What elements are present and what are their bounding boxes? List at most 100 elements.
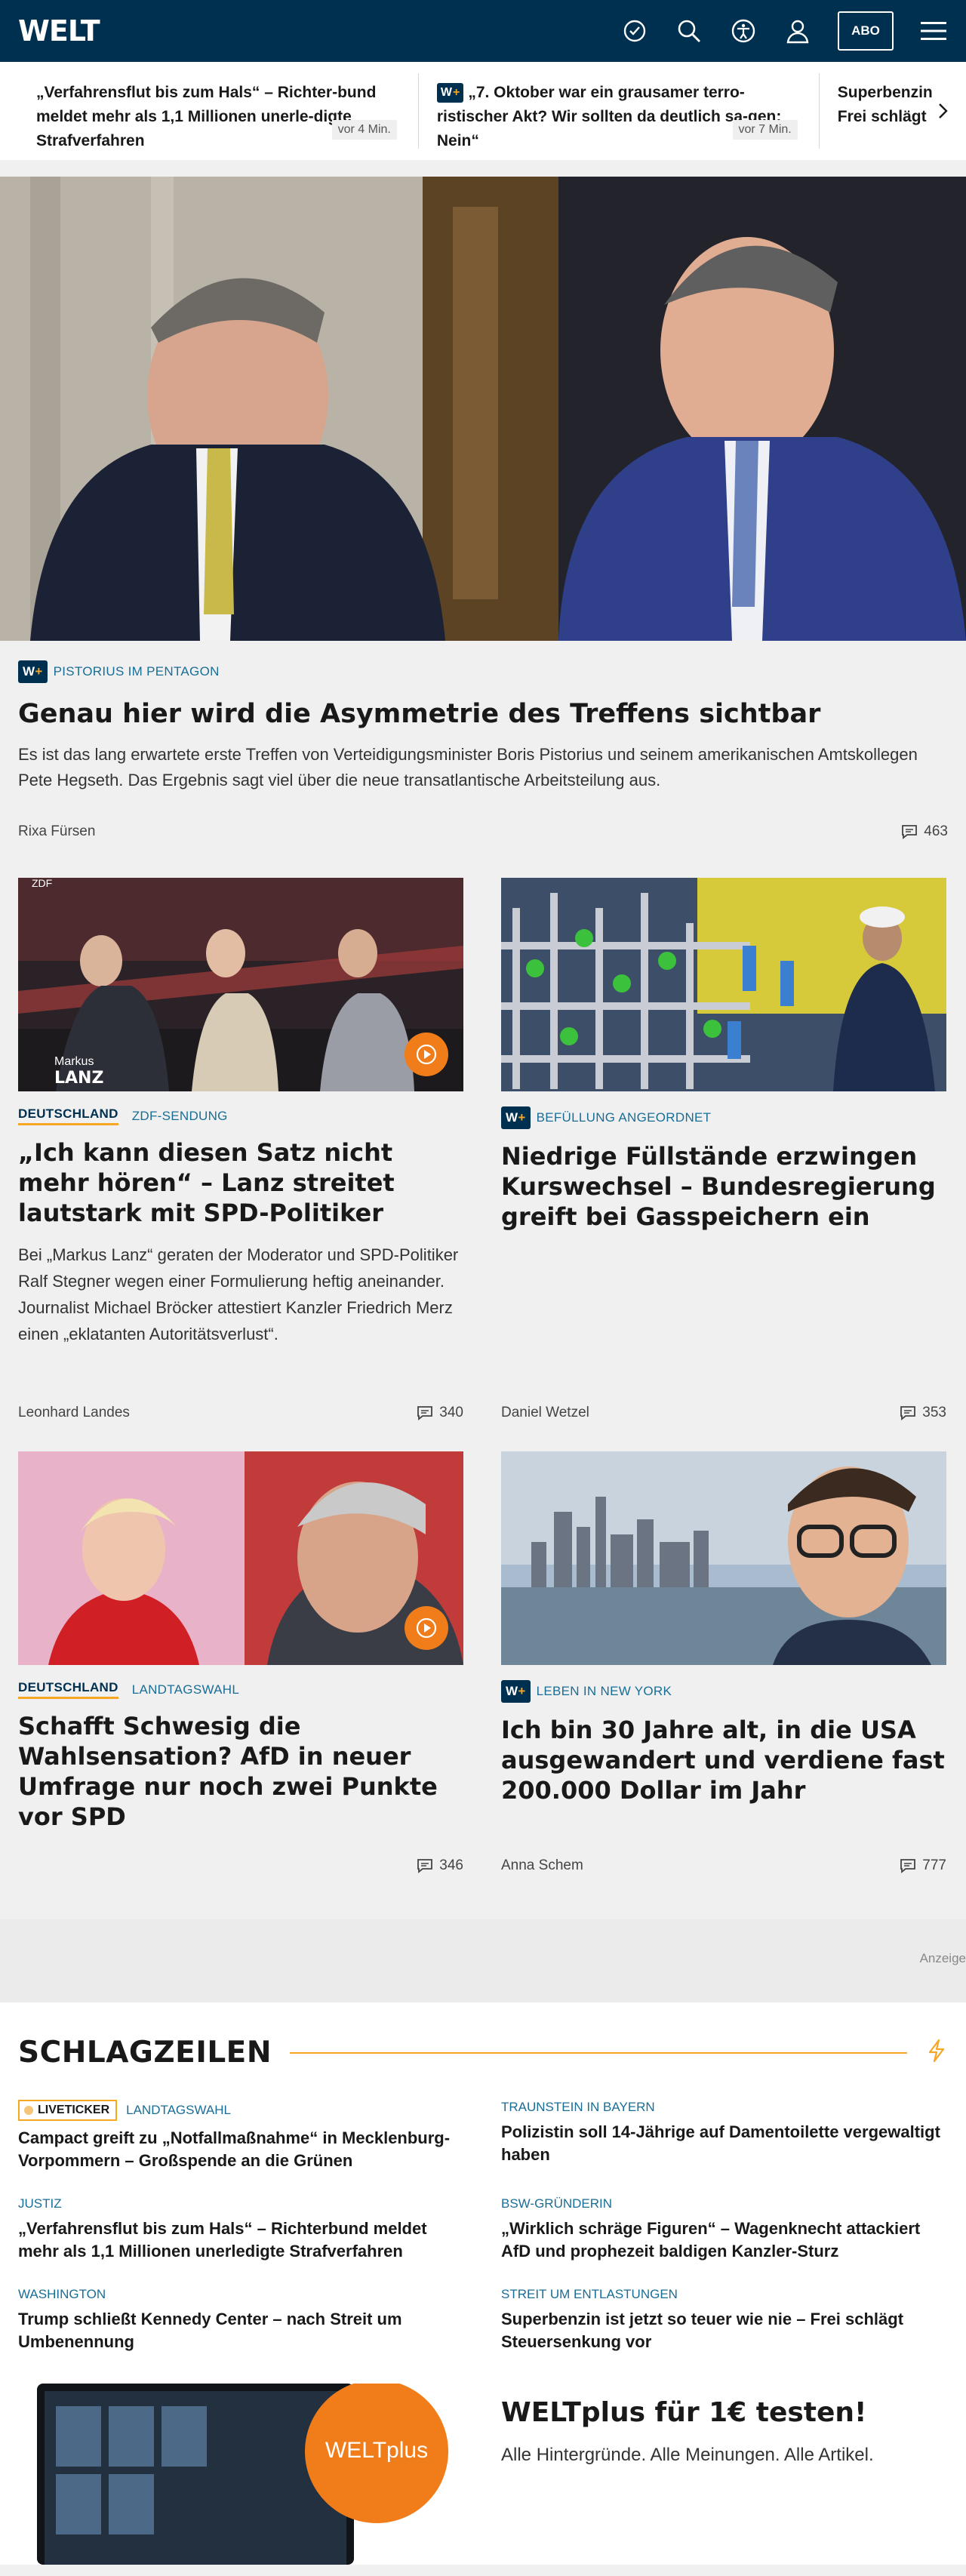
menu-icon[interactable]: [919, 17, 948, 45]
chevron-right-icon[interactable]: [931, 100, 954, 122]
article-image[interactable]: ZDF Markus LANZ: [18, 878, 463, 1091]
headline-kicker: TRAUNSTEIN IN BAYERN: [501, 2100, 655, 2114]
divider: [289, 2051, 907, 2054]
hero-title[interactable]: Genau hier wird die Asymmetrie des Treff…: [18, 697, 948, 731]
tile-body: DEUTSCHLAND LANDTAGSWAHL Schafft Schwesi…: [18, 1665, 463, 1832]
ad-label: Anzeige: [919, 1951, 966, 1965]
kicker-label: ZDF-SENDUNG: [131, 1108, 228, 1123]
kicker-label: BEFÜLLUNG ANGEORDNET: [536, 1110, 712, 1125]
tile-title[interactable]: Schafft Schwesig die Wahlsensation? AfD …: [18, 1711, 463, 1832]
article-grid: ZDF Markus LANZ DEUTSCHLAND ZDF-SENDUNG …: [0, 878, 966, 1874]
ticker-headline: „Verfahrensflut bis zum Hals“ – Richter-…: [36, 84, 377, 149]
author[interactable]: Rixa Fürsen: [18, 823, 95, 840]
premium-badge: W +: [18, 660, 48, 683]
comment-count[interactable]: 463: [901, 823, 948, 840]
promo-text: WELTplus für 1€ testen! Alle Hintergründ…: [501, 2384, 874, 2565]
abo-button[interactable]: ABO: [838, 11, 894, 51]
show-caption: Markus: [54, 1055, 94, 1068]
tile-title[interactable]: Niedrige Füllstände erzwingen Kurswechse…: [501, 1141, 946, 1232]
comment-icon: [900, 1859, 916, 1873]
comment-count[interactable]: 346: [417, 1857, 463, 1874]
headline-title[interactable]: Trump schließt Kennedy Center – nach Str…: [18, 2308, 463, 2353]
promo-subtitle: Alle Hintergründe. Alle Meinungen. Alle …: [501, 2445, 874, 2465]
section-title: SCHLAGZEILEN: [18, 2036, 272, 2070]
tile-kicker: W + LEBEN IN NEW YORK: [501, 1680, 946, 1703]
comment-icon: [902, 825, 918, 839]
headline-item[interactable]: BSW-GRÜNDERIN „Wirklich schräge Figuren“…: [501, 2196, 946, 2263]
ticker-item[interactable]: W + „7. Oktober war ein grausamer terro-ri…: [436, 73, 820, 149]
article-image[interactable]: [501, 1451, 946, 1665]
headline-item[interactable]: WASHINGTON Trump schließt Kennedy Center…: [18, 2287, 463, 2353]
comment-count[interactable]: 353: [900, 1405, 946, 1421]
author[interactable]: Daniel Wetzel: [501, 1405, 589, 1421]
comment-icon: [900, 1406, 916, 1420]
tile-body: W + BEFÜLLUNG ANGEORDNET Niedrige Füllstä…: [501, 1091, 946, 1232]
article-tile[interactable]: W + BEFÜLLUNG ANGEORDNET Niedrige Füllstä…: [501, 878, 946, 1421]
headline-title[interactable]: „Wirklich schräge Figuren“ – Wagenknecht…: [501, 2217, 946, 2263]
promo-badge: WELTplus: [325, 2438, 428, 2463]
headline-item[interactable]: JUSTIZ „Verfahrensflut bis zum Hals“ – R…: [18, 2196, 463, 2263]
comment-count[interactable]: 777: [900, 1857, 946, 1874]
article-tile[interactable]: ZDF Markus LANZ DEUTSCHLAND ZDF-SENDUNG …: [18, 878, 463, 1421]
hero-teaser: Es ist das lang erwartete erste Treffen …: [18, 745, 918, 789]
welt-logo[interactable]: WELT: [18, 14, 100, 48]
zdf-label: ZDF: [32, 878, 52, 889]
headlines-section: SCHLAGZEILEN LIVETICKER LANDTAGSWAHL Cam…: [0, 2002, 966, 2384]
search-icon[interactable]: [675, 17, 703, 45]
account-icon[interactable]: [783, 17, 812, 45]
kicker-label: PISTORIUS IM PENTAGON: [53, 664, 220, 679]
premium-badge: W +: [501, 1680, 531, 1703]
tile-kicker: W + BEFÜLLUNG ANGEORDNET: [501, 1106, 946, 1129]
promo-title[interactable]: WELTplus für 1€ testen!: [501, 2397, 874, 2428]
kicker-label: LANDTAGSWAHL: [131, 1682, 240, 1697]
show-caption: LANZ: [54, 1069, 103, 1088]
article-tile[interactable]: DEUTSCHLAND LANDTAGSWAHL Schafft Schwesi…: [18, 1451, 463, 1874]
tile-title[interactable]: „Ich kann diesen Satz nicht mehr hören“ …: [18, 1137, 463, 1228]
hero-kicker: W + PISTORIUS IM PENTAGON: [18, 660, 948, 683]
promo-image[interactable]: WELTplus: [18, 2384, 463, 2565]
weltplus-promo[interactable]: WELTplus WELTplus für 1€ testen! Alle Hi…: [0, 2384, 966, 2565]
history-icon[interactable]: [620, 17, 649, 45]
play-button[interactable]: [405, 1033, 448, 1076]
comment-icon: [417, 1406, 433, 1420]
tile-meta: Anna Schem 777: [501, 1857, 946, 1874]
headline-kicker: WASHINGTON: [18, 2287, 106, 2301]
tile-kicker: DEUTSCHLAND LANDTAGSWAHL: [18, 1680, 463, 1699]
article-tile[interactable]: W + LEBEN IN NEW YORK Ich bin 30 Jahre al…: [501, 1451, 946, 1874]
ticker-time: vor 7 Min.: [732, 120, 798, 140]
headline-title[interactable]: Superbenzin ist jetzt so teuer wie nie –…: [501, 2308, 946, 2353]
hero-article[interactable]: W + PISTORIUS IM PENTAGON Genau hier wird…: [0, 177, 966, 840]
headline-kicker: LIVETICKER LANDTAGSWAHL: [18, 2100, 463, 2121]
article-image[interactable]: [18, 1451, 463, 1665]
headline-item[interactable]: TRAUNSTEIN IN BAYERN Polizistin soll 14-…: [501, 2100, 946, 2172]
headline-kicker: BSW-GRÜNDERIN: [501, 2196, 613, 2211]
hero-image[interactable]: [0, 177, 966, 641]
tile-body: W + LEBEN IN NEW YORK Ich bin 30 Jahre al…: [501, 1665, 946, 1805]
headline-title[interactable]: Campact greift zu „Notfallmaßnahme“ in M…: [18, 2127, 463, 2172]
tile-kicker: DEUTSCHLAND ZDF-SENDUNG: [18, 1106, 463, 1125]
department-label[interactable]: DEUTSCHLAND: [18, 1106, 118, 1125]
hero-meta: Rixa Fürsen 463: [18, 823, 948, 840]
headline-title[interactable]: „Verfahrensflut bis zum Hals“ – Richterb…: [18, 2217, 463, 2263]
tile-title[interactable]: Ich bin 30 Jahre alt, in die USA ausgewa…: [501, 1715, 946, 1805]
play-icon: [416, 1617, 437, 1639]
author[interactable]: Leonhard Landes: [18, 1405, 130, 1421]
lightning-icon: [925, 2039, 948, 2067]
tile-body: DEUTSCHLAND ZDF-SENDUNG „Ich kann diesen…: [18, 1091, 463, 1347]
headline-title[interactable]: Polizistin soll 14-Jährige auf Damentoil…: [501, 2121, 946, 2166]
liveticker-badge: LIVETICKER: [18, 2100, 118, 2121]
accessibility-icon[interactable]: [729, 17, 758, 45]
headline-item[interactable]: STREIT UM ENTLASTUNGEN Superbenzin ist j…: [501, 2287, 946, 2353]
headline-item[interactable]: LIVETICKER LANDTAGSWAHL Campact greift z…: [18, 2100, 463, 2172]
header-actions: ABO: [620, 0, 948, 62]
department-label[interactable]: DEUTSCHLAND: [18, 1680, 118, 1699]
article-image[interactable]: [501, 878, 946, 1091]
hero-body: W + PISTORIUS IM PENTAGON Genau hier wird…: [0, 641, 966, 840]
ticker-headline: „7. Oktober war ein grausamer terro-rist…: [436, 84, 782, 149]
comment-icon: [417, 1859, 433, 1873]
ticker-item[interactable]: „Verfahrensflut bis zum Hals“ – Richter-…: [36, 73, 419, 149]
author[interactable]: Anna Schem: [501, 1857, 583, 1874]
play-button[interactable]: [405, 1606, 448, 1650]
comment-count[interactable]: 340: [417, 1405, 463, 1421]
headlines-header: SCHLAGZEILEN: [18, 2036, 948, 2070]
